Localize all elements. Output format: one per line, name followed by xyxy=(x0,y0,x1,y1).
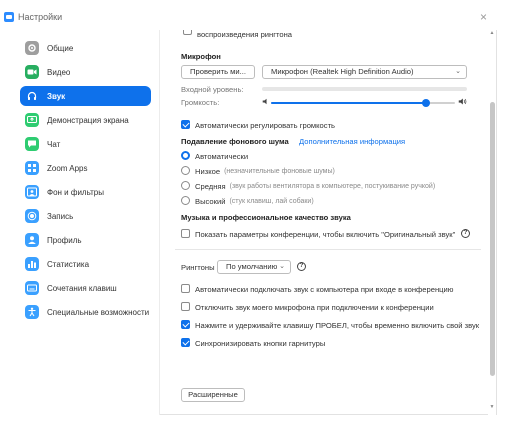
chevron-down-icon: ⌄ xyxy=(455,68,461,75)
background-icon xyxy=(25,185,39,199)
noise-radio[interactable] xyxy=(181,166,190,175)
sidebar-item-label: Zoom Apps xyxy=(47,164,88,173)
sidebar-item-label: Общие xyxy=(47,44,74,53)
volume-high-icon xyxy=(458,98,467,105)
original-sound-help-icon[interactable]: ? xyxy=(461,229,470,238)
noise-option-label: Высокий xyxy=(195,197,226,206)
share-screen-icon xyxy=(25,113,39,127)
section-divider xyxy=(175,249,481,250)
keyboard-icon xyxy=(25,281,39,295)
noise-option-hint: (стук клавиш, лай собаки) xyxy=(229,197,314,205)
sidebar-item[interactable]: Общие xyxy=(20,38,151,58)
ringtone-select[interactable]: По умолчанию ⌄ xyxy=(217,260,291,274)
close-icon[interactable]: × xyxy=(480,11,487,23)
input-level-label: Входной уровень: xyxy=(181,85,244,94)
sidebar-item[interactable]: Видео xyxy=(20,62,151,82)
scroll-up-icon[interactable]: ▲ xyxy=(488,30,496,38)
gear-icon xyxy=(25,41,39,55)
sidebar-item[interactable]: Звук xyxy=(20,86,151,106)
more-info-link[interactable]: Дополнительная информация xyxy=(299,137,405,146)
ringtone-option-label: воспроизведения рингтона xyxy=(197,30,293,39)
audio-option-label: Синхронизировать кнопки гарнитуры xyxy=(195,339,326,348)
sidebar-item-label: Демонстрация экрана xyxy=(47,116,129,125)
sidebar-item[interactable]: Чат xyxy=(20,134,151,154)
scrollbar-thumb[interactable] xyxy=(490,102,495,376)
volume-slider[interactable] xyxy=(271,99,455,107)
auto-adjust-volume-checkbox[interactable] xyxy=(181,120,190,129)
sidebar-item-label: Запись xyxy=(47,212,74,221)
noise-option-hint: (звук работы вентилятора в компьютере, п… xyxy=(229,182,436,190)
input-level-meter xyxy=(262,87,467,91)
audio-option-label: Автоматически подключать звук с компьюте… xyxy=(195,285,454,294)
video-camera-icon xyxy=(25,65,39,79)
sidebar-item[interactable]: Профиль xyxy=(20,230,151,250)
sidebar-item-label: Чат xyxy=(47,140,61,149)
audio-settings-panel: воспроизведения рингтона Микрофон Провер… xyxy=(161,30,484,415)
audio-option-checkbox[interactable] xyxy=(181,284,190,293)
microphone-select[interactable]: Микрофон (Realtek High Definition Audio)… xyxy=(262,65,467,79)
sidebar-item-label: Специальные возможности xyxy=(47,308,150,317)
ringtone-help-icon[interactable]: ? xyxy=(297,262,306,271)
statistics-icon xyxy=(25,257,39,271)
sidebar-item-label: Звук xyxy=(47,92,66,101)
window-title: Настройки xyxy=(18,12,63,22)
sidebar-item[interactable]: Статистика xyxy=(20,254,151,274)
accessibility-icon xyxy=(25,305,39,319)
sidebar-item[interactable]: Фон и фильтры xyxy=(20,182,151,202)
original-sound-checkbox[interactable] xyxy=(181,229,190,238)
audio-option-checkbox[interactable] xyxy=(181,302,190,311)
noise-radio[interactable] xyxy=(181,181,190,190)
audio-option-checkbox[interactable] xyxy=(181,320,190,329)
test-mic-button[interactable]: Проверить ми... xyxy=(181,65,255,79)
apps-icon xyxy=(25,161,39,175)
ringtones-label: Рингтоны xyxy=(181,263,215,272)
ringtone-select-value: По умолчанию xyxy=(226,262,278,271)
noise-suppression-heading: Подавление фонового шума xyxy=(181,137,289,146)
original-sound-label: Показать параметры конференции, чтобы вк… xyxy=(195,230,456,239)
sidebar-item-label: Статистика xyxy=(47,260,90,269)
noise-option-label: Автоматически xyxy=(195,152,249,161)
sidebar-item[interactable]: Демонстрация экрана xyxy=(20,110,151,130)
settings-window: Настройки × Общие Видео Звук Демонстрация э… xyxy=(0,0,497,415)
zoom-app-icon xyxy=(4,12,14,22)
sidebar-item[interactable]: Запись xyxy=(20,206,151,226)
sidebar-item-label: Сочетания клавиш xyxy=(47,284,117,293)
noise-radio[interactable] xyxy=(181,196,190,205)
volume-low-icon xyxy=(262,98,267,105)
microphone-heading: Микрофон xyxy=(181,52,221,61)
microphone-select-value: Микрофон (Realtek High Definition Audio) xyxy=(271,67,414,76)
sidebar-item[interactable]: Специальные возможности xyxy=(20,302,151,322)
noise-option-hint: (незначительные фоновые шумы) xyxy=(224,167,335,175)
chat-icon xyxy=(25,137,39,151)
volume-slider-thumb[interactable] xyxy=(421,99,430,107)
profile-icon xyxy=(25,233,39,247)
noise-radio[interactable] xyxy=(181,151,190,160)
sidebar-item[interactable]: Сочетания клавиш xyxy=(20,278,151,298)
sidebar-item-label: Фон и фильтры xyxy=(47,188,104,197)
chevron-down-icon: ⌄ xyxy=(279,263,285,270)
music-heading: Музыка и профессиональное качество звука xyxy=(181,213,351,222)
auto-adjust-volume-label: Автоматически регулировать громкость xyxy=(195,121,336,130)
volume-label: Громкость: xyxy=(181,98,220,107)
headphones-icon xyxy=(25,89,39,103)
audio-option-label: Нажмите и удерживайте клавишу ПРОБЕЛ, чт… xyxy=(195,321,480,330)
sidebar-item-label: Профиль xyxy=(47,236,82,245)
noise-option-label: Низкое xyxy=(195,167,221,176)
title-bar: Настройки × xyxy=(0,0,497,30)
ringtone-checkbox[interactable] xyxy=(183,30,192,35)
audio-option-label: Отключить звук моего микрофона при подкл… xyxy=(195,303,434,312)
scroll-down-icon[interactable]: ▼ xyxy=(488,404,496,412)
audio-option-checkbox[interactable] xyxy=(181,338,190,347)
sidebar-item-label: Видео xyxy=(47,68,71,77)
advanced-button[interactable]: Расширенные xyxy=(181,388,245,402)
settings-sidebar: Общие Видео Звук Демонстрация экрана Чат Zoom… xyxy=(0,30,160,415)
volume-slider-fill xyxy=(271,102,426,104)
sidebar-item[interactable]: Zoom Apps xyxy=(20,158,151,178)
noise-option-label: Средняя xyxy=(195,182,226,191)
record-icon xyxy=(25,209,39,223)
